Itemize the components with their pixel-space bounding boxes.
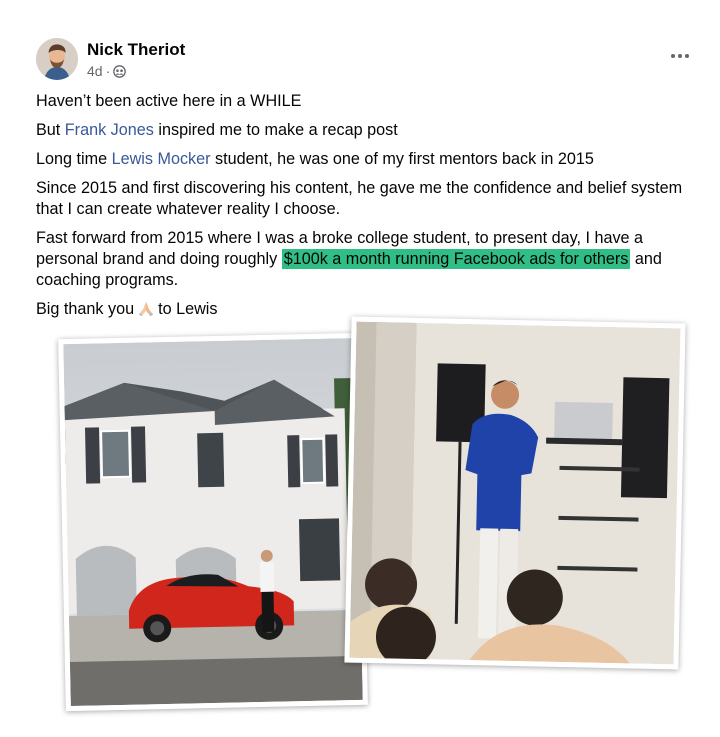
avatar[interactable] xyxy=(36,38,78,80)
post-meta: 4d · xyxy=(87,63,127,79)
group-globe-icon xyxy=(113,64,127,78)
text-segment: student, he was one of my first mentors … xyxy=(210,150,594,168)
text-segment: Long time xyxy=(36,150,112,168)
paragraph-2: But Frank Jones inspired me to make a re… xyxy=(36,120,700,141)
more-options-icon[interactable] xyxy=(664,46,696,66)
text-segment: to Lewis xyxy=(158,300,218,318)
photo-speaker-event-image xyxy=(349,321,681,665)
paragraph-1: Haven’t been active here in a WHILE xyxy=(36,92,302,110)
photo-speaker-event[interactable] xyxy=(344,316,686,670)
text-segment: Big thank you xyxy=(36,300,135,318)
post-time[interactable]: 4d xyxy=(87,63,103,79)
paragraph-4: Since 2015 and first discovering his con… xyxy=(36,179,683,218)
text-segment: inspired me to make a recap post xyxy=(153,121,398,139)
photo-house-car[interactable] xyxy=(58,332,368,712)
photo-house-car-image xyxy=(63,337,363,707)
mention-frank-jones[interactable]: Frank Jones xyxy=(65,121,154,139)
post-body: Haven’t been active here in a WHILE But … xyxy=(36,91,700,328)
highlighted-text: $100k a month running Facebook ads for o… xyxy=(281,249,631,269)
post-header: Nick Theriot 4d · xyxy=(36,38,696,82)
meta-separator: · xyxy=(105,63,111,79)
text-segment: But xyxy=(36,121,65,139)
author-name[interactable]: Nick Theriot xyxy=(87,40,185,60)
praying-hands-emoji xyxy=(138,301,154,317)
paragraph-3: Long time Lewis Mocker student, he was o… xyxy=(36,149,700,170)
paragraph-5: Fast forward from 2015 where I was a bro… xyxy=(36,228,700,291)
mention-lewis-mocker[interactable]: Lewis Mocker xyxy=(112,150,211,168)
